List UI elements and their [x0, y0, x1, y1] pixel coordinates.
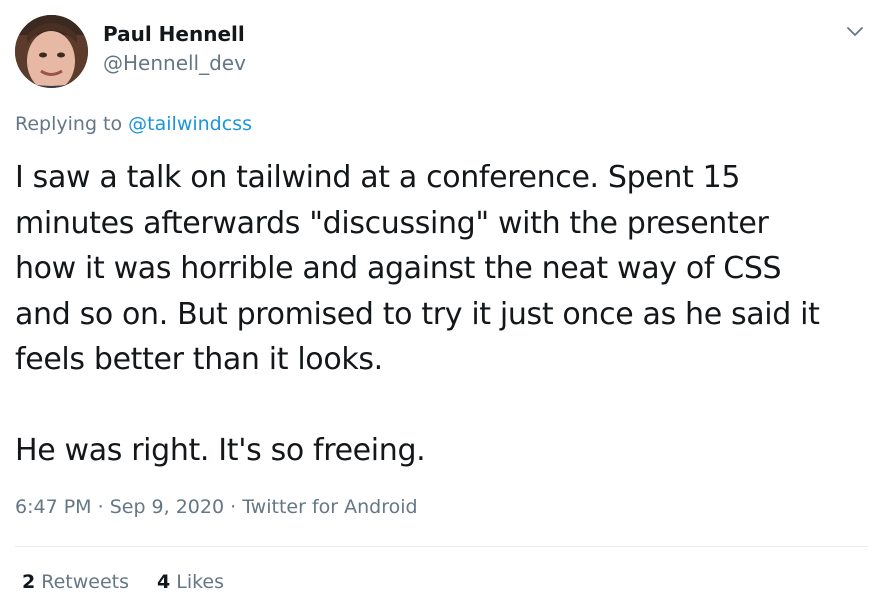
tweet-line: feels better than it looks. [15, 342, 383, 377]
reply-target-link[interactable]: @tailwindcss [128, 113, 252, 135]
tweet-time[interactable]: 6:47 PM [15, 496, 92, 518]
tweet-line: how it was horrible and against the neat… [15, 251, 782, 286]
tweet-text: I saw a talk on tailwind at a conference… [15, 155, 875, 474]
tweet-source[interactable]: Twitter for Android [242, 496, 417, 518]
divider [15, 546, 868, 547]
tweet-line: minutes afterwards "discussing" with the… [15, 205, 769, 241]
retweets-label: Retweets [41, 571, 129, 593]
retweets-count: 2 [22, 571, 36, 593]
more-options-button[interactable] [842, 22, 868, 42]
tweet-line: and so on. But promised to try it just o… [15, 296, 820, 332]
meta-separator: · [230, 496, 237, 518]
retweets-stat[interactable]: 2 Retweets [22, 571, 129, 593]
profile-photo-icon [15, 15, 88, 88]
likes-stat[interactable]: 4 Likes [157, 571, 224, 593]
tweet-closing-line: He was right. It's so freeing. [15, 433, 426, 468]
author-handle[interactable]: @Hennell_dev [103, 51, 246, 75]
tweet-date[interactable]: Sep 9, 2020 [110, 496, 224, 518]
likes-label: Likes [176, 571, 225, 593]
likes-count: 4 [157, 571, 171, 593]
replying-prefix: Replying to [15, 113, 123, 135]
author-name[interactable]: Paul Hennell [103, 22, 245, 46]
chevron-down-icon [847, 27, 863, 36]
tweet-card: Paul Hennell @Hennell_dev Replying to @t… [0, 0, 885, 616]
replying-to: Replying to @tailwindcss [15, 113, 252, 135]
tweet-meta: 6:47 PM · Sep 9, 2020 · Twitter for Andr… [15, 496, 418, 518]
tweet-line: I saw a talk on tailwind at a conference… [15, 160, 741, 195]
tweet-stats: 2 Retweets 4 Likes [22, 571, 224, 593]
meta-separator: · [97, 496, 104, 518]
avatar[interactable] [15, 15, 88, 88]
